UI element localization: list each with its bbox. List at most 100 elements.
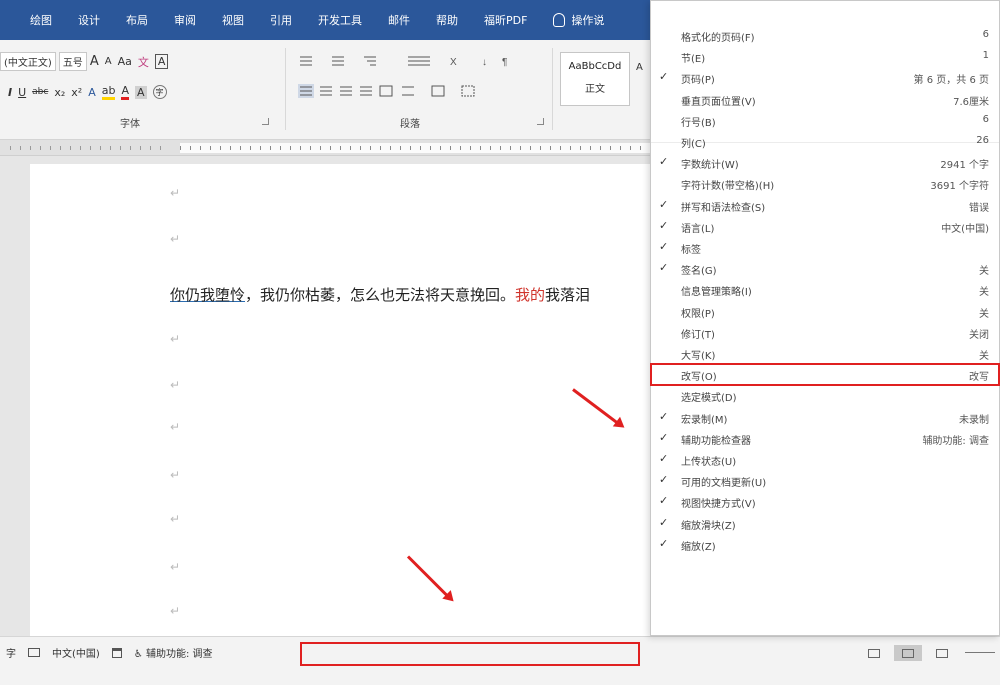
menu-item[interactable]: 选定模式(D) (651, 385, 999, 406)
tab-help[interactable]: 帮助 (436, 12, 458, 28)
tab-view[interactable]: 视图 (222, 12, 244, 28)
status-bar[interactable]: 字 中文(中国) ♿ 辅助功能: 调查 (0, 636, 1000, 685)
tab-references[interactable]: 引用 (270, 12, 292, 28)
print-layout-icon (902, 648, 914, 658)
enclose-char-button[interactable]: 字 (152, 85, 167, 99)
menu-item[interactable]: ✓ 签名(G) 关 (651, 258, 999, 279)
font-color-button[interactable]: A (121, 84, 129, 100)
tab-layout[interactable]: 布局 (126, 12, 148, 28)
macro-icon[interactable] (111, 647, 122, 658)
view-shortcuts (860, 645, 962, 661)
font-dialog-launcher[interactable] (262, 118, 269, 125)
italic-button[interactable]: I (8, 86, 12, 99)
menu-item[interactable]: 信息管理策略(I) 关 (651, 279, 999, 300)
menu-item[interactable]: 垂直页面位置(V) 7.6厘米 (651, 89, 999, 110)
menu-item[interactable]: 修订(T) 关闭 (651, 322, 999, 343)
proofing-icon[interactable] (28, 648, 40, 657)
menu-item-label: 大写(K) (681, 351, 716, 362)
strikethrough-button[interactable]: abc (32, 87, 48, 97)
subscript-button[interactable]: x₂ (54, 86, 65, 99)
menu-item[interactable]: 大写(K) 关 (651, 343, 999, 364)
menu-item-value: 2941 个字 (940, 160, 989, 172)
menu-item-label: 缩放滑块(Z) (681, 520, 736, 532)
grow-font-button[interactable]: A (90, 54, 99, 69)
menu-item[interactable]: ✓ 缩放(Z) (651, 534, 999, 555)
char-border-button[interactable]: A (154, 54, 169, 69)
font-name-select[interactable]: (中文正文) (0, 52, 56, 71)
paragraph-mark: ↵ (170, 560, 181, 574)
menu-item-label: 改写(O) (681, 372, 717, 384)
menu-item[interactable]: ✓ 宏录制(M) 未录制 (651, 407, 999, 428)
tab-review[interactable]: 审阅 (174, 12, 196, 28)
change-case-button[interactable]: Aa (118, 55, 132, 68)
menu-item-value: 未录制 (959, 414, 989, 426)
bullets-icon (300, 56, 312, 66)
check-icon: ✓ (659, 494, 669, 508)
menu-item[interactable]: ✓ 字数统计(W) 2941 个字 (651, 152, 999, 173)
multilevel-icon (364, 56, 376, 66)
superscript-button[interactable]: x² (71, 86, 82, 99)
highlight-button[interactable]: ab (101, 84, 116, 100)
menu-item[interactable]: 权限(P) 关 (651, 301, 999, 322)
menu-item[interactable]: ✓ 缩放滑块(Z) (651, 513, 999, 534)
show-marks-icon: ¶ (502, 57, 507, 68)
paragraph-mark: ↵ (170, 420, 181, 434)
language-indicator[interactable]: 中文(中国) (52, 645, 100, 660)
tell-me-search[interactable]: 操作说 (553, 12, 604, 28)
text-effects-button[interactable]: A (88, 86, 96, 99)
check-icon: ✓ (659, 197, 669, 211)
menu-item[interactable]: ✓ 标签 (651, 237, 999, 258)
font-size-select[interactable]: 五号 (58, 52, 87, 71)
read-mode-icon (868, 648, 880, 658)
paragraph-mark: ↵ (170, 604, 181, 618)
tab-mailings[interactable]: 邮件 (388, 12, 410, 28)
menu-item[interactable]: 字符计数(带空格)(H) 3691 个字符 (651, 173, 999, 194)
tab-foxit-pdf[interactable]: 福昕PDF (484, 12, 527, 28)
menu-item-label: 视图快捷方式(V) (681, 499, 756, 511)
clear-format-button[interactable]: 文 (138, 54, 149, 70)
menu-item[interactable]: ✓ 语言(L) 中文(中国) (651, 216, 999, 237)
zoom-slider[interactable] (965, 652, 995, 653)
accessibility-indicator[interactable]: ♿ 辅助功能: 调查 (134, 645, 213, 660)
accessibility-icon: ♿ (133, 649, 146, 660)
menu-item[interactable]: 列(C) 26 (651, 131, 999, 152)
menu-item[interactable]: ✓ 视图快捷方式(V) (651, 491, 999, 512)
web-layout-button[interactable] (928, 645, 956, 661)
check-icon: ✓ (659, 473, 669, 487)
menu-item[interactable]: 改写(O) 改写 (650, 363, 1000, 387)
document-page[interactable]: ↵ ↵ 你仍我堕怜，我仍你枯萎，怎么也无法将天意挽回。我的我落泪 ↵ ↵ ↵ ↵… (30, 164, 680, 644)
tab-design[interactable]: 设计 (78, 12, 100, 28)
menu-item[interactable]: 节(E) 1 (651, 46, 999, 67)
document-text-line[interactable]: 你仍我堕怜，我仍你枯萎，怎么也无法将天意挽回。我的我落泪 (170, 284, 590, 305)
read-mode-button[interactable] (860, 645, 888, 661)
indent-icon (408, 56, 430, 66)
menu-item-value: 6 (982, 29, 989, 40)
paragraph-dialog-launcher[interactable] (537, 118, 544, 125)
char-shading-button[interactable]: A (134, 85, 147, 99)
paragraph-row-2 (298, 84, 548, 98)
check-icon: ✓ (659, 430, 669, 444)
tab-draw[interactable]: 绘图 (30, 12, 52, 28)
menu-item[interactable]: 行号(B) 6 (651, 110, 999, 131)
menu-item[interactable]: ✓ 可用的文档更新(U) (651, 470, 999, 491)
menu-item[interactable]: ✓ 拼写和语法检查(S) 错误 (651, 195, 999, 216)
tab-developer[interactable]: 开发工具 (318, 12, 362, 28)
shrink-font-button[interactable]: A (105, 56, 112, 67)
print-layout-button[interactable] (894, 645, 922, 661)
menu-item[interactable]: ✓ 页码(P) 第 6 页，共 6 页 (651, 67, 999, 88)
underline-button[interactable]: U (18, 86, 26, 99)
style-normal[interactable]: AaBbCcDd 正文 (560, 52, 630, 106)
underlined-text: 你仍我堕怜 (170, 286, 246, 304)
paragraph-mark: ↵ (170, 232, 181, 246)
menu-item[interactable]: 格式化的页码(F) 6 (651, 25, 999, 46)
menu-item-label: 列(C) (681, 139, 706, 150)
menu-item-label: 页码(P) (681, 75, 715, 87)
tell-me-label: 操作说 (571, 14, 605, 27)
menu-item[interactable]: ✓ 上传状态(U) (651, 449, 999, 470)
menu-item-label: 宏录制(M) (681, 414, 728, 426)
word-count-cut[interactable]: 字 (6, 645, 16, 660)
menu-item[interactable]: ✓ 辅助功能检查器 辅助功能: 调查 (651, 428, 999, 449)
menu-item-label: 权限(P) (681, 308, 715, 320)
check-icon: ✓ (659, 452, 669, 465)
body-text: ，我仍你枯萎，怎么也无法将天意挽回。 (245, 286, 516, 304)
